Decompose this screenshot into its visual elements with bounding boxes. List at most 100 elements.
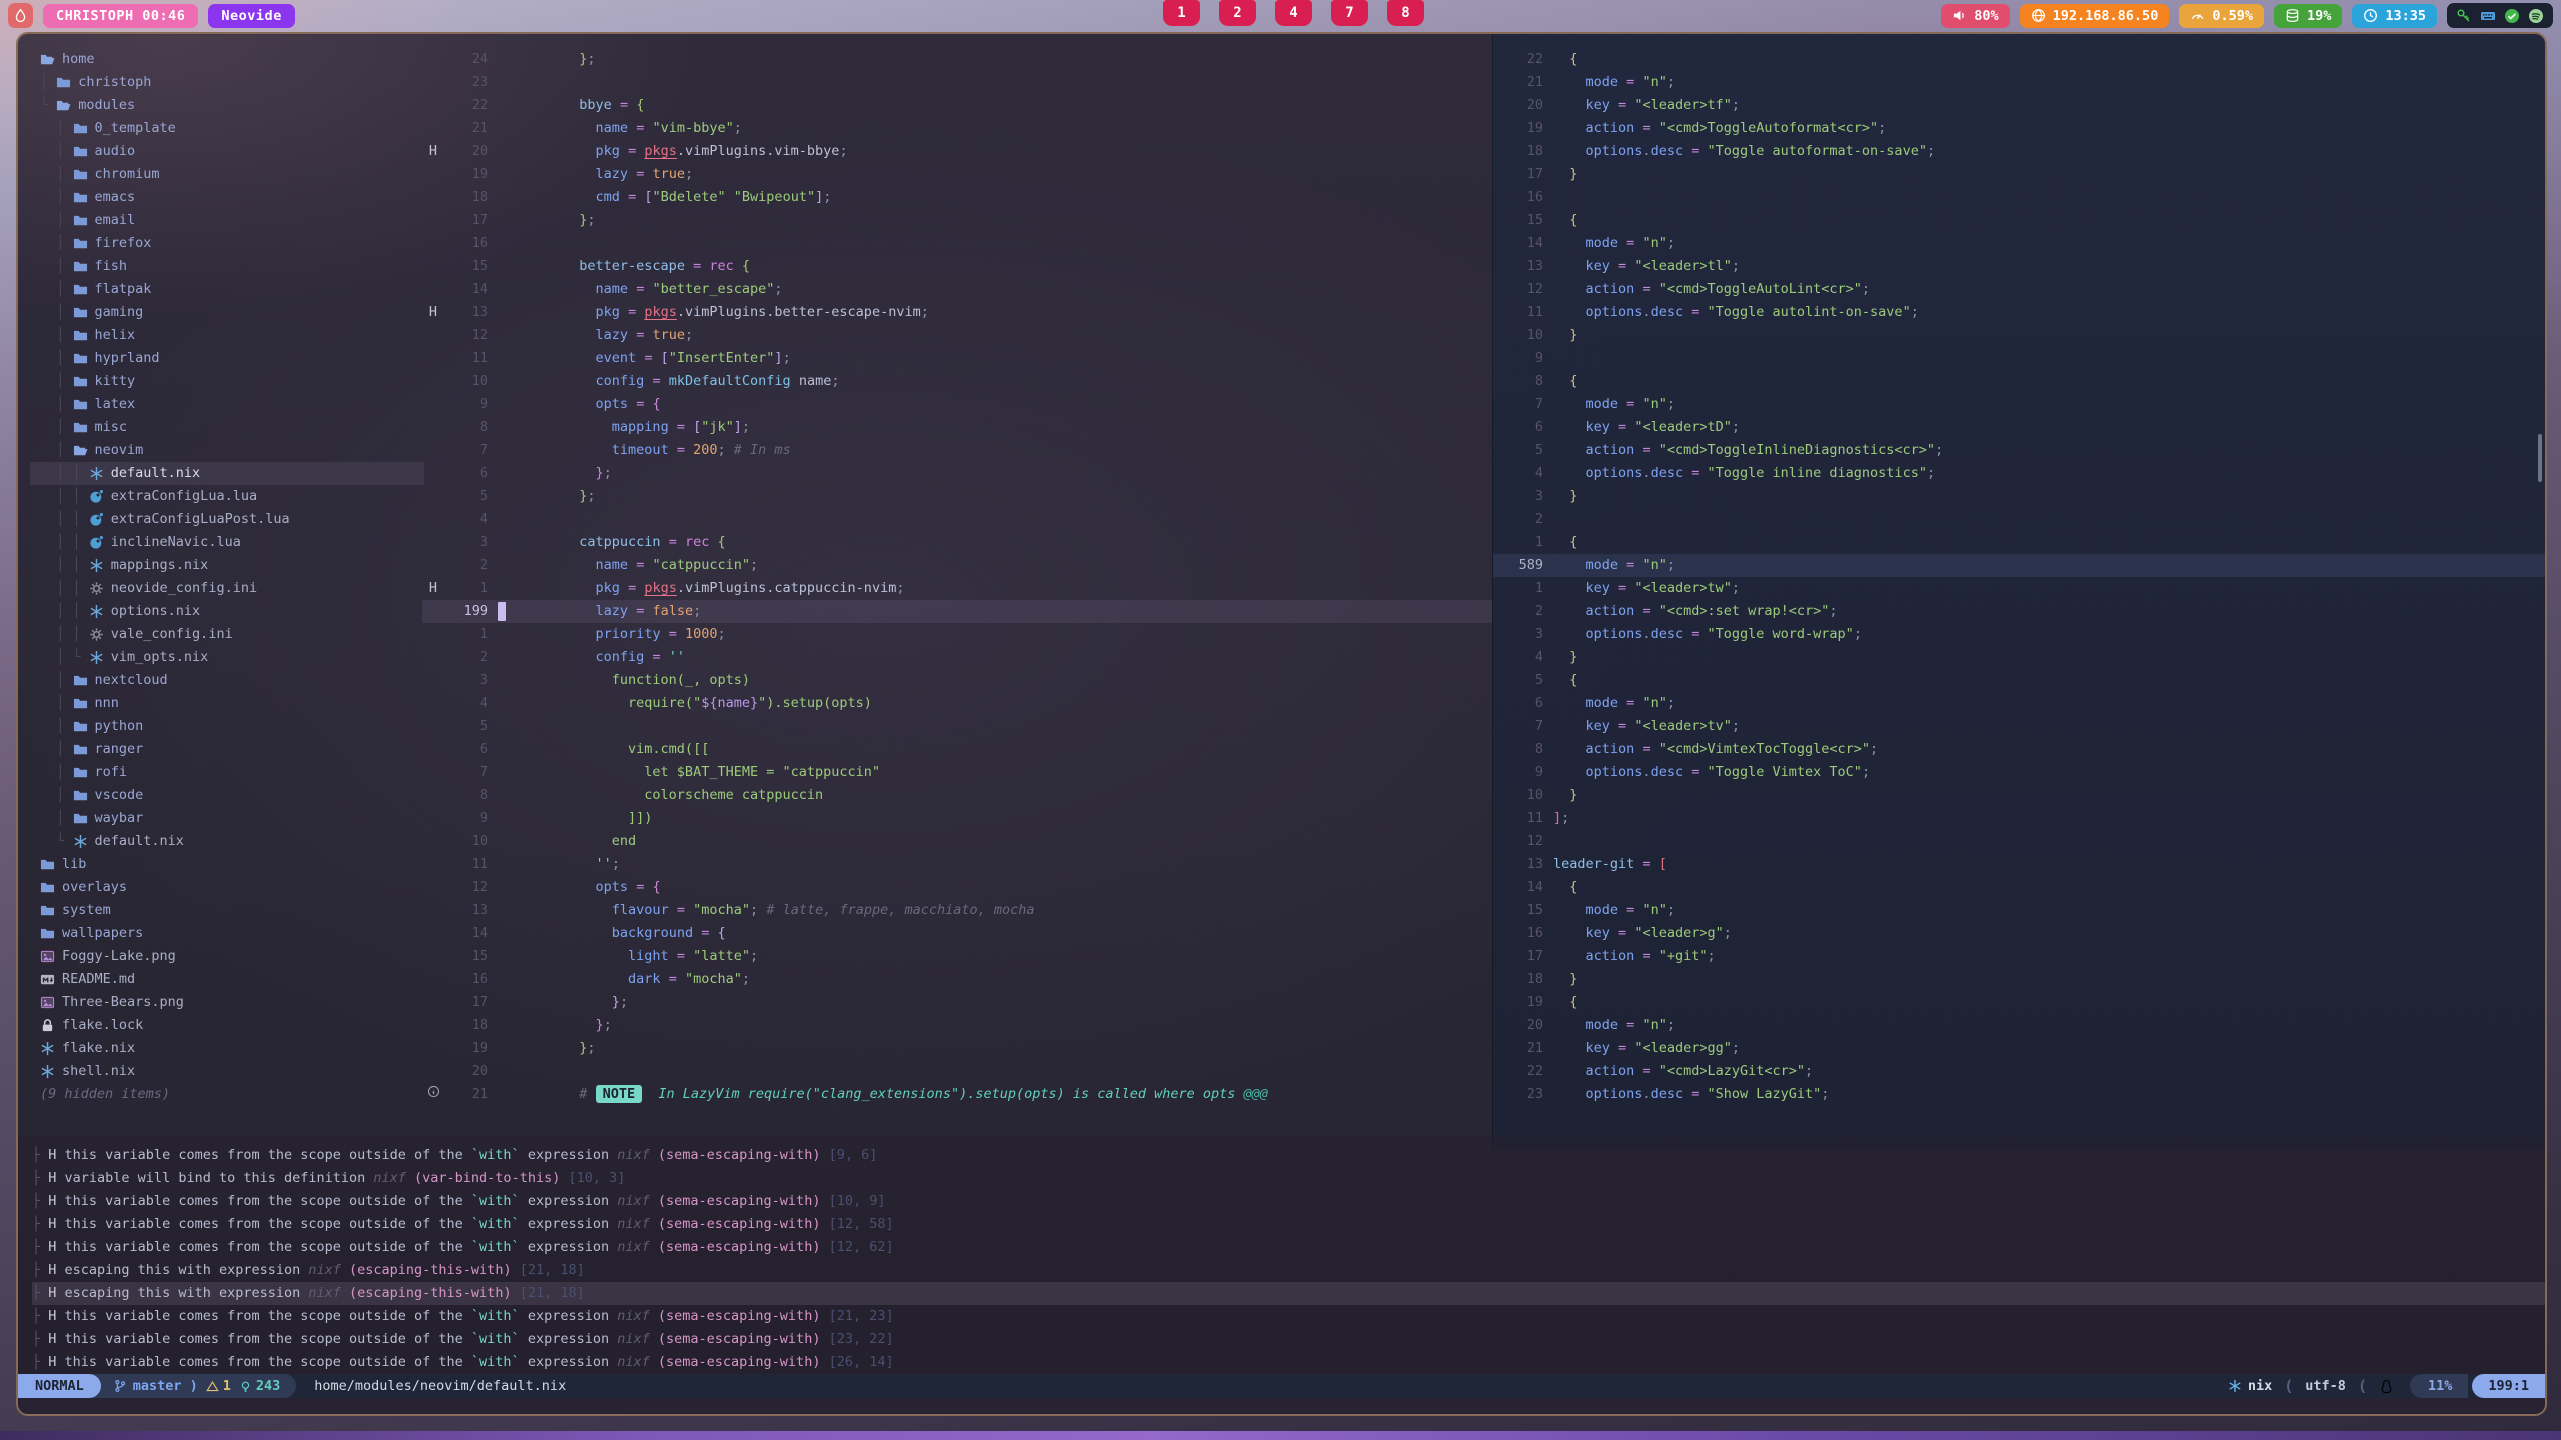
code-line[interactable]: 2 config = '': [422, 646, 1492, 669]
code-line[interactable]: 16 dark = "mocha";: [422, 968, 1492, 991]
code-line[interactable]: 21 mode = "n";: [1493, 71, 2545, 94]
code-line[interactable]: 1 {: [1493, 531, 2545, 554]
warning-count[interactable]: 1: [206, 1378, 231, 1394]
tree-item[interactable]: (9 hidden items): [30, 1083, 424, 1106]
tree-item[interactable]: │ │ mappings.nix: [30, 554, 424, 577]
tree-item[interactable]: └ default.nix: [30, 830, 424, 853]
code-line[interactable]: 6 };: [422, 462, 1492, 485]
tree-item[interactable]: README.md: [30, 968, 424, 991]
code-line[interactable]: 10 config = mkDefaultConfig name;: [422, 370, 1492, 393]
code-line[interactable]: 11 options.desc = "Toggle autolint-on-sa…: [1493, 301, 2545, 324]
code-line[interactable]: 15 mode = "n";: [1493, 899, 2545, 922]
tree-item[interactable]: │ neovim: [30, 439, 424, 462]
code-line[interactable]: 20 mode = "n";: [1493, 1014, 2545, 1037]
tree-item[interactable]: │ helix: [30, 324, 424, 347]
code-line[interactable]: 17 action = "+git";: [1493, 945, 2545, 968]
workspace-4[interactable]: 4: [1275, 0, 1312, 26]
code-line[interactable]: 1 priority = 1000;: [422, 623, 1492, 646]
tree-item[interactable]: │ misc: [30, 416, 424, 439]
code-line[interactable]: 7 timeout = 200; # In ms: [422, 439, 1492, 462]
diagnostic-row-selected[interactable]: ├ H escaping this with expression nixf (…: [32, 1282, 2545, 1305]
statusbar-module-globe[interactable]: 192.168.86.50: [2020, 4, 2170, 28]
tree-item[interactable]: │ ranger: [30, 738, 424, 761]
code-line[interactable]: 6 key = "<leader>tD";: [1493, 416, 2545, 439]
code-line[interactable]: 12 opts = {: [422, 876, 1492, 899]
tree-item[interactable]: │ audio: [30, 140, 424, 163]
tree-item[interactable]: shell.nix: [30, 1060, 424, 1083]
tree-item[interactable]: │ └ vim_opts.nix: [30, 646, 424, 669]
code-line[interactable]: 14 mode = "n";: [1493, 232, 2545, 255]
diagnostic-row[interactable]: ├ H this variable comes from the scope o…: [32, 1351, 2545, 1374]
code-line[interactable]: 3 catppuccin = rec {: [422, 531, 1492, 554]
code-line[interactable]: 7 mode = "n";: [1493, 393, 2545, 416]
code-line[interactable]: 23: [422, 71, 1492, 94]
code-line[interactable]: 13leader-git = [: [1493, 853, 2545, 876]
code-line[interactable]: 15 better-escape = rec {: [422, 255, 1492, 278]
tree-item[interactable]: │ nextcloud: [30, 669, 424, 692]
tree-item[interactable]: │ kitty: [30, 370, 424, 393]
tree-item[interactable]: │ │ vale_config.ini: [30, 623, 424, 646]
tree-item[interactable]: │ 0_template: [30, 117, 424, 140]
code-line[interactable]: 8 {: [1493, 370, 2545, 393]
code-line[interactable]: 14 background = {: [422, 922, 1492, 945]
code-line[interactable]: 11 event = ["InsertEnter"];: [422, 347, 1492, 370]
code-line[interactable]: 2 action = "<cmd>:set wrap!<cr>";: [1493, 600, 2545, 623]
code-line[interactable]: 15 {: [1493, 209, 2545, 232]
code-line[interactable]: 19 lazy = true;: [422, 163, 1492, 186]
code-line[interactable]: 21 # NOTE In LazyVim require("clang_exte…: [422, 1083, 1492, 1106]
code-line[interactable]: 18 }: [1493, 968, 2545, 991]
code-line[interactable]: 9: [1493, 347, 2545, 370]
hint-count[interactable]: 243: [239, 1378, 280, 1394]
code-line[interactable]: H13 pkg = pkgs.vimPlugins.better-escape-…: [422, 301, 1492, 324]
code-line[interactable]: 22 bbye = {: [422, 94, 1492, 117]
code-line[interactable]: 9 options.desc = "Toggle Vimtex ToC";: [1493, 761, 2545, 784]
code-line[interactable]: 4 }: [1493, 646, 2545, 669]
code-line[interactable]: 10 }: [1493, 324, 2545, 347]
tree-item[interactable]: Three-Bears.png: [30, 991, 424, 1014]
code-line[interactable]: 4 require("${name}").setup(opts): [422, 692, 1492, 715]
key-tray-icon[interactable]: [2456, 8, 2472, 24]
tree-item[interactable]: └ modules: [30, 94, 424, 117]
code-line[interactable]: 5 {: [1493, 669, 2545, 692]
code-line[interactable]: 9 ]]): [422, 807, 1492, 830]
tree-item[interactable]: │ │ inclineNavic.lua: [30, 531, 424, 554]
code-line[interactable]: 17 };: [422, 209, 1492, 232]
workspace-2[interactable]: 2: [1219, 0, 1256, 26]
check-tray-icon[interactable]: [2504, 8, 2520, 24]
tree-item[interactable]: │ firefox: [30, 232, 424, 255]
code-line[interactable]: 8 action = "<cmd>VimtexTocToggle<cr>";: [1493, 738, 2545, 761]
tree-item[interactable]: │ emacs: [30, 186, 424, 209]
tree-item[interactable]: flake.nix: [30, 1037, 424, 1060]
code-line[interactable]: 23 options.desc = "Show LazyGit";: [1493, 1083, 2545, 1106]
code-line[interactable]: 10 }: [1493, 784, 2545, 807]
statusbar-module-gauge[interactable]: 0.59%: [2179, 4, 2264, 28]
code-line[interactable]: 13 key = "<leader>tl";: [1493, 255, 2545, 278]
git-branch[interactable]: master: [113, 1378, 182, 1394]
code-line[interactable]: 10 end: [422, 830, 1492, 853]
keyboard-tray-icon[interactable]: [2480, 8, 2496, 24]
code-line[interactable]: 14 {: [1493, 876, 2545, 899]
tree-item[interactable]: │ python: [30, 715, 424, 738]
code-line[interactable]: 19 {: [1493, 991, 2545, 1014]
code-line[interactable]: 12 lazy = true;: [422, 324, 1492, 347]
tree-item[interactable]: │ waybar: [30, 807, 424, 830]
code-line[interactable]: 589 mode = "n";: [1493, 554, 2545, 577]
workspace-7[interactable]: 7: [1331, 0, 1368, 26]
code-line[interactable]: 19 action = "<cmd>ToggleAutoformat<cr>";: [1493, 117, 2545, 140]
code-line[interactable]: 21 name = "vim-bbye";: [422, 117, 1492, 140]
code-line[interactable]: 4: [422, 508, 1492, 531]
code-line[interactable]: 8 colorscheme catppuccin: [422, 784, 1492, 807]
tree-item[interactable]: overlays: [30, 876, 424, 899]
code-line[interactable]: 5 };: [422, 485, 1492, 508]
code-line[interactable]: 16 key = "<leader>g";: [1493, 922, 2545, 945]
tree-item[interactable]: system: [30, 899, 424, 922]
code-line[interactable]: 5 action = "<cmd>ToggleInlineDiagnostics…: [1493, 439, 2545, 462]
diagnostic-row[interactable]: ├ H escaping this with expression nixf (…: [32, 1259, 2545, 1282]
diagnostic-row[interactable]: ├ H this variable comes from the scope o…: [32, 1305, 2545, 1328]
code-line[interactable]: 22 action = "<cmd>LazyGit<cr>";: [1493, 1060, 2545, 1083]
tree-item[interactable]: home: [30, 48, 424, 71]
code-line[interactable]: 16: [1493, 186, 2545, 209]
tree-item[interactable]: wallpapers: [30, 922, 424, 945]
statusbar-module-volume[interactable]: 80%: [1941, 4, 2009, 28]
tree-item-selected[interactable]: │ │ default.nix: [30, 462, 424, 485]
